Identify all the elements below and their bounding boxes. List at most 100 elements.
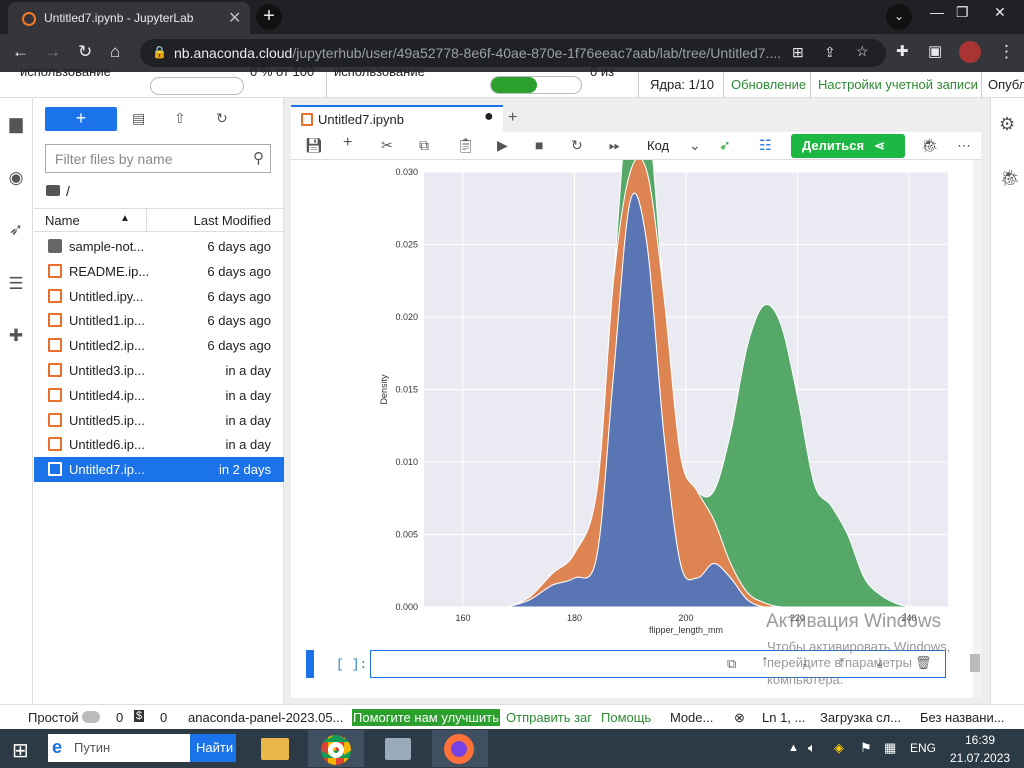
extension-icon[interactable]: ✚ (6, 326, 26, 346)
translate-icon[interactable]: ⊞ (792, 44, 804, 61)
new-launcher-button[interactable]: + (45, 107, 117, 131)
side-panel-icon[interactable]: ▣ (928, 42, 942, 60)
network-icon[interactable]: ▦ (884, 740, 896, 756)
window-close-icon[interactable]: ✕ (994, 4, 1006, 21)
firefox-taskbar-icon[interactable] (432, 730, 488, 767)
debugger-icon[interactable]: 🐞︎ (1000, 168, 1020, 188)
update-link[interactable]: Обновление (731, 77, 806, 92)
volume-icon[interactable]: 🔈︎ (808, 740, 816, 756)
modified-column-header[interactable]: Last Modified (194, 213, 271, 228)
bookmark-star-icon[interactable]: ☆ (856, 43, 869, 60)
copy-icon[interactable]: ⧉ (419, 137, 429, 154)
file-row[interactable]: Untitled2.ip... 6 days ago (34, 333, 284, 358)
file-row[interactable]: sample-not... 6 days ago (34, 234, 284, 259)
file-name: sample-not... (69, 239, 145, 254)
file-row[interactable]: Untitled3.ip... in a day (34, 358, 284, 383)
share-button[interactable]: Делиться ⋖ (791, 134, 905, 158)
home-icon[interactable]: ⌂ (110, 42, 120, 62)
run-all-icon[interactable]: ⏩︎ (609, 137, 620, 154)
file-row[interactable]: Untitled6.ip... in a day (34, 432, 284, 457)
folder-icon[interactable]: ▆ (6, 114, 26, 134)
windows-start-icon[interactable]: ⊞ (12, 738, 29, 763)
feedback-button[interactable]: Помогите нам улучшить (352, 709, 500, 726)
new-folder-icon[interactable]: ▤ (132, 110, 145, 127)
insert-cell-icon[interactable]: + (343, 134, 352, 152)
security-icon[interactable]: ◈ (834, 740, 844, 756)
account-settings-link[interactable]: Настройки учетной записи (818, 77, 978, 92)
url-host: nb.anaconda.cloud (174, 45, 293, 61)
run-icon[interactable]: ▶ (497, 137, 508, 154)
profile-avatar[interactable] (959, 41, 981, 63)
reload-icon[interactable]: ↻ (78, 42, 92, 62)
share-page-icon[interactable]: ⇪ (824, 44, 836, 61)
mode-indicator[interactable]: Mode... (670, 710, 713, 725)
duplicate-cell-icon[interactable]: ⧉ (727, 656, 736, 672)
explorer-taskbar-icon[interactable] (247, 730, 303, 767)
variables-icon[interactable]: ☷ (759, 137, 772, 154)
monitor-taskbar-icon[interactable] (370, 730, 426, 767)
publish-link[interactable]: Опубл (988, 77, 1024, 92)
minimize-icon[interactable]: — (930, 4, 944, 20)
debug-icon[interactable]: 🐞︎ (921, 137, 939, 154)
refresh-icon[interactable]: ↻ (216, 110, 228, 127)
property-inspector-icon[interactable]: ⚙ (999, 114, 1015, 135)
back-icon[interactable]: ← (12, 42, 29, 62)
name-column-header[interactable]: Name (45, 213, 80, 228)
send-report-link[interactable]: Отправить заг (506, 710, 592, 725)
rocket-icon[interactable]: ➶ (6, 220, 26, 240)
new-tab-button[interactable]: + (256, 4, 282, 30)
unsaved-dot-icon[interactable]: ● (484, 108, 494, 126)
file-row[interactable]: Untitled5.ip... in a day (34, 408, 284, 433)
scrollbar[interactable] (973, 160, 981, 698)
cut-icon[interactable]: ✂ (381, 137, 393, 154)
tray-chevron-icon[interactable]: ▲ (788, 742, 799, 754)
new-tab-plus-icon[interactable]: + (508, 109, 517, 127)
more-icon[interactable]: ⋯ (957, 137, 971, 154)
file-row[interactable]: Untitled1.ip... 6 days ago (34, 308, 284, 333)
toc-icon[interactable]: ☰ (6, 274, 26, 294)
line-col-indicator[interactable]: Ln 1, ... (762, 710, 805, 725)
extensions-icon[interactable]: ✚ (896, 42, 909, 60)
clock-date[interactable]: 21.07.2023 (950, 751, 1010, 765)
browser-menu-icon[interactable]: ⋮ (998, 42, 1015, 62)
url-bar[interactable]: 🔒 nb.anaconda.cloud/jupyterhub/user/49a5… (140, 39, 886, 67)
right-activity-bar: ⚙ 🐞︎ (990, 98, 1024, 704)
chevron-down-icon[interactable]: ⌄ (689, 137, 701, 154)
kde-chart: 160 180 200 220 2400.0000.0050.0100.0150.020… (379, 160, 948, 635)
upload-icon[interactable]: ⇧ (174, 110, 186, 127)
restart-icon[interactable]: ↻ (571, 137, 583, 154)
filter-files-input[interactable]: Filter files by name ⚲ (45, 144, 271, 173)
status-count-2[interactable]: 0 (160, 710, 167, 725)
close-tab-icon[interactable]: ✕ (228, 8, 241, 28)
paste-icon[interactable]: 📋︎ (457, 137, 475, 154)
notebook-tab[interactable]: Untitled7.ipynb ● (291, 105, 503, 132)
sort-asc-icon[interactable]: ▲ (120, 213, 130, 224)
breadcrumb[interactable]: / (46, 183, 70, 199)
clock-time[interactable]: 16:39 (965, 733, 995, 747)
chrome-taskbar-icon[interactable] (308, 730, 364, 767)
running-icon[interactable]: ◉ (6, 168, 26, 188)
help-link[interactable]: Помощь (601, 710, 651, 725)
forward-icon[interactable]: → (44, 42, 61, 62)
language-indicator[interactable]: ENG (910, 741, 936, 755)
tab-search-button[interactable]: ⌄ (886, 4, 912, 30)
stop-icon[interactable]: ■ (535, 137, 543, 153)
browser-tab[interactable]: Untitled7.ipynb - JupyterLab ✕ (8, 2, 250, 34)
file-row[interactable]: Untitled7.ip... in 2 days (34, 457, 284, 483)
flag-icon[interactable]: ⚑ (860, 740, 872, 756)
file-row[interactable]: Untitled.ipy... 6 days ago (34, 284, 284, 309)
file-row[interactable]: Untitled4.ip... in a day (34, 383, 284, 408)
cell-type-select[interactable]: Код (647, 138, 669, 153)
taskbar-find-button[interactable]: Найти (190, 734, 236, 762)
notebook-name-status[interactable]: Без названи... (920, 710, 1005, 725)
taskbar-search-input[interactable]: Путин (48, 734, 190, 762)
lock-icon[interactable]: 🔒 (152, 45, 167, 59)
maximize-icon[interactable]: ❐ (956, 4, 969, 21)
save-icon[interactable]: 💾︎ (305, 137, 323, 154)
assistant-rocket-icon[interactable]: ➶ (719, 137, 731, 154)
simple-mode-toggle[interactable] (82, 711, 100, 723)
status-count-1[interactable]: 0 (116, 710, 123, 725)
panel-version[interactable]: anaconda-panel-2023.05... (188, 710, 343, 725)
file-row[interactable]: README.ip... 6 days ago (34, 259, 284, 284)
jupyter-topbar: использование 0 % от 100 использование 0… (0, 64, 1024, 98)
